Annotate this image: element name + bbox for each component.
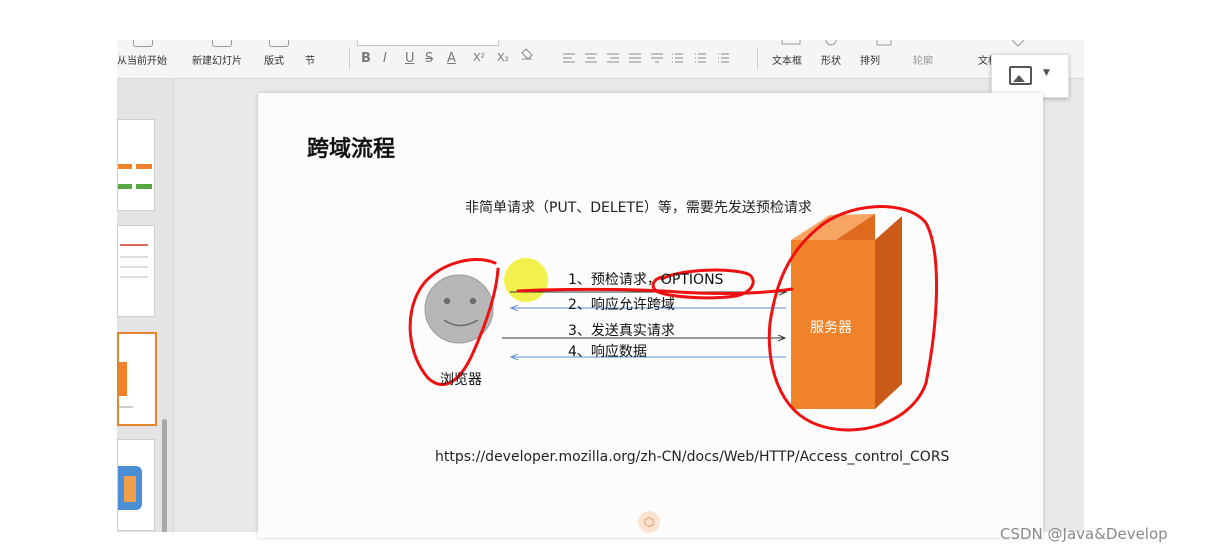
step-2-label: 2、响应允许跨域 bbox=[568, 297, 675, 313]
distribute-icon[interactable] bbox=[651, 53, 663, 63]
justify-icon[interactable] bbox=[629, 53, 641, 63]
arrange-icon bbox=[876, 40, 892, 46]
pen-icon bbox=[1011, 40, 1025, 47]
separator bbox=[757, 48, 758, 70]
slide-thumbnail-panel bbox=[117, 79, 173, 532]
face-eye bbox=[469, 297, 477, 305]
step-3-label: 3、发送真实请求 bbox=[568, 323, 675, 339]
thumbnail-scrollbar[interactable] bbox=[162, 419, 167, 532]
clear-format-icon[interactable] bbox=[521, 48, 533, 60]
server-label: 服务器 bbox=[810, 320, 852, 336]
slide-thumbnail[interactable] bbox=[117, 439, 155, 531]
slide-title: 跨域流程 bbox=[307, 137, 396, 162]
line-spacing-icon[interactable] bbox=[718, 53, 729, 63]
chevron-down-icon[interactable]: ▼ bbox=[1043, 68, 1050, 78]
image-insert-popup[interactable]: ▼ bbox=[991, 54, 1069, 98]
slide-thumbnail[interactable] bbox=[117, 119, 155, 211]
text-box-icon bbox=[781, 40, 801, 45]
slide-thumbnail[interactable] bbox=[117, 225, 155, 317]
step-1-label: 1、预检请求，OPTIONS bbox=[568, 272, 724, 288]
format-icons bbox=[521, 40, 1025, 70]
ribbon-toolbar: 从当前开始 新建幻灯片 版式 节 B I U S A X² X₂ 文本框 形状 … bbox=[117, 40, 1084, 79]
server-depth bbox=[875, 216, 902, 409]
watermark: CSDN @Java&Develop bbox=[1000, 525, 1168, 543]
slide-canvas: 跨域流程 非简单请求（PUT、DELETE）等，需要先发送预检请求 1、预检请求… bbox=[258, 93, 1043, 538]
shape-button[interactable]: 形状 bbox=[821, 52, 841, 67]
text-box-button[interactable]: 文本框 bbox=[772, 52, 802, 67]
slide-thumbnail-current[interactable] bbox=[117, 332, 157, 426]
step-4-label: 4、响应数据 bbox=[568, 344, 647, 360]
shape-icon bbox=[825, 40, 837, 46]
outline-button[interactable]: 轮廓 bbox=[913, 52, 933, 67]
numbering-icon[interactable] bbox=[695, 53, 706, 63]
box-icon[interactable]: ⬡ bbox=[638, 511, 660, 533]
align-left-icon[interactable] bbox=[563, 53, 575, 63]
arrange-button[interactable]: 排列 bbox=[860, 52, 880, 67]
align-center-icon[interactable] bbox=[585, 53, 597, 63]
bullets-icon[interactable] bbox=[672, 53, 683, 63]
mdn-cors-link[interactable]: https://developer.mozilla.org/zh-CN/docs… bbox=[435, 449, 949, 465]
browser-label: 浏览器 bbox=[440, 372, 482, 388]
panel-divider bbox=[173, 79, 174, 532]
cursor-highlight bbox=[504, 258, 548, 302]
image-icon[interactable] bbox=[1009, 66, 1032, 85]
slide-subtitle: 非简单请求（PUT、DELETE）等，需要先发送预检请求 bbox=[465, 200, 812, 216]
face-eye bbox=[443, 297, 451, 305]
align-right-icon[interactable] bbox=[607, 53, 619, 63]
